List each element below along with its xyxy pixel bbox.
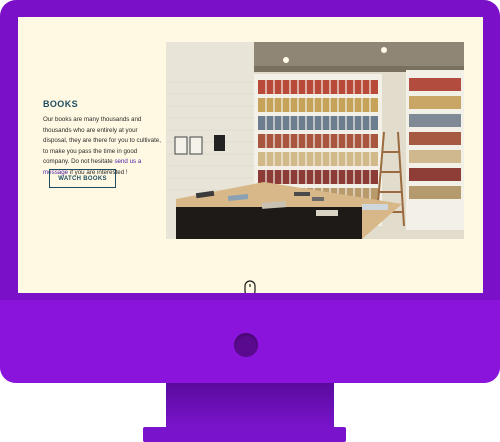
bookstore-photo [166, 42, 464, 239]
watch-books-button[interactable]: WATCH BOOKS [49, 169, 116, 188]
section-body-prefix: Our books are many thousands and thousan… [43, 116, 161, 165]
monitor-stand-base [143, 427, 346, 442]
mouse-scroll-icon[interactable] [244, 280, 256, 293]
screen: BOOKS Our books are many thousands and t… [18, 17, 483, 293]
books-section-text: BOOKS Our books are many thousands and t… [43, 99, 161, 178]
monitor-stand-neck [166, 383, 334, 429]
power-button-icon[interactable] [234, 333, 258, 357]
section-title: BOOKS [43, 99, 79, 109]
